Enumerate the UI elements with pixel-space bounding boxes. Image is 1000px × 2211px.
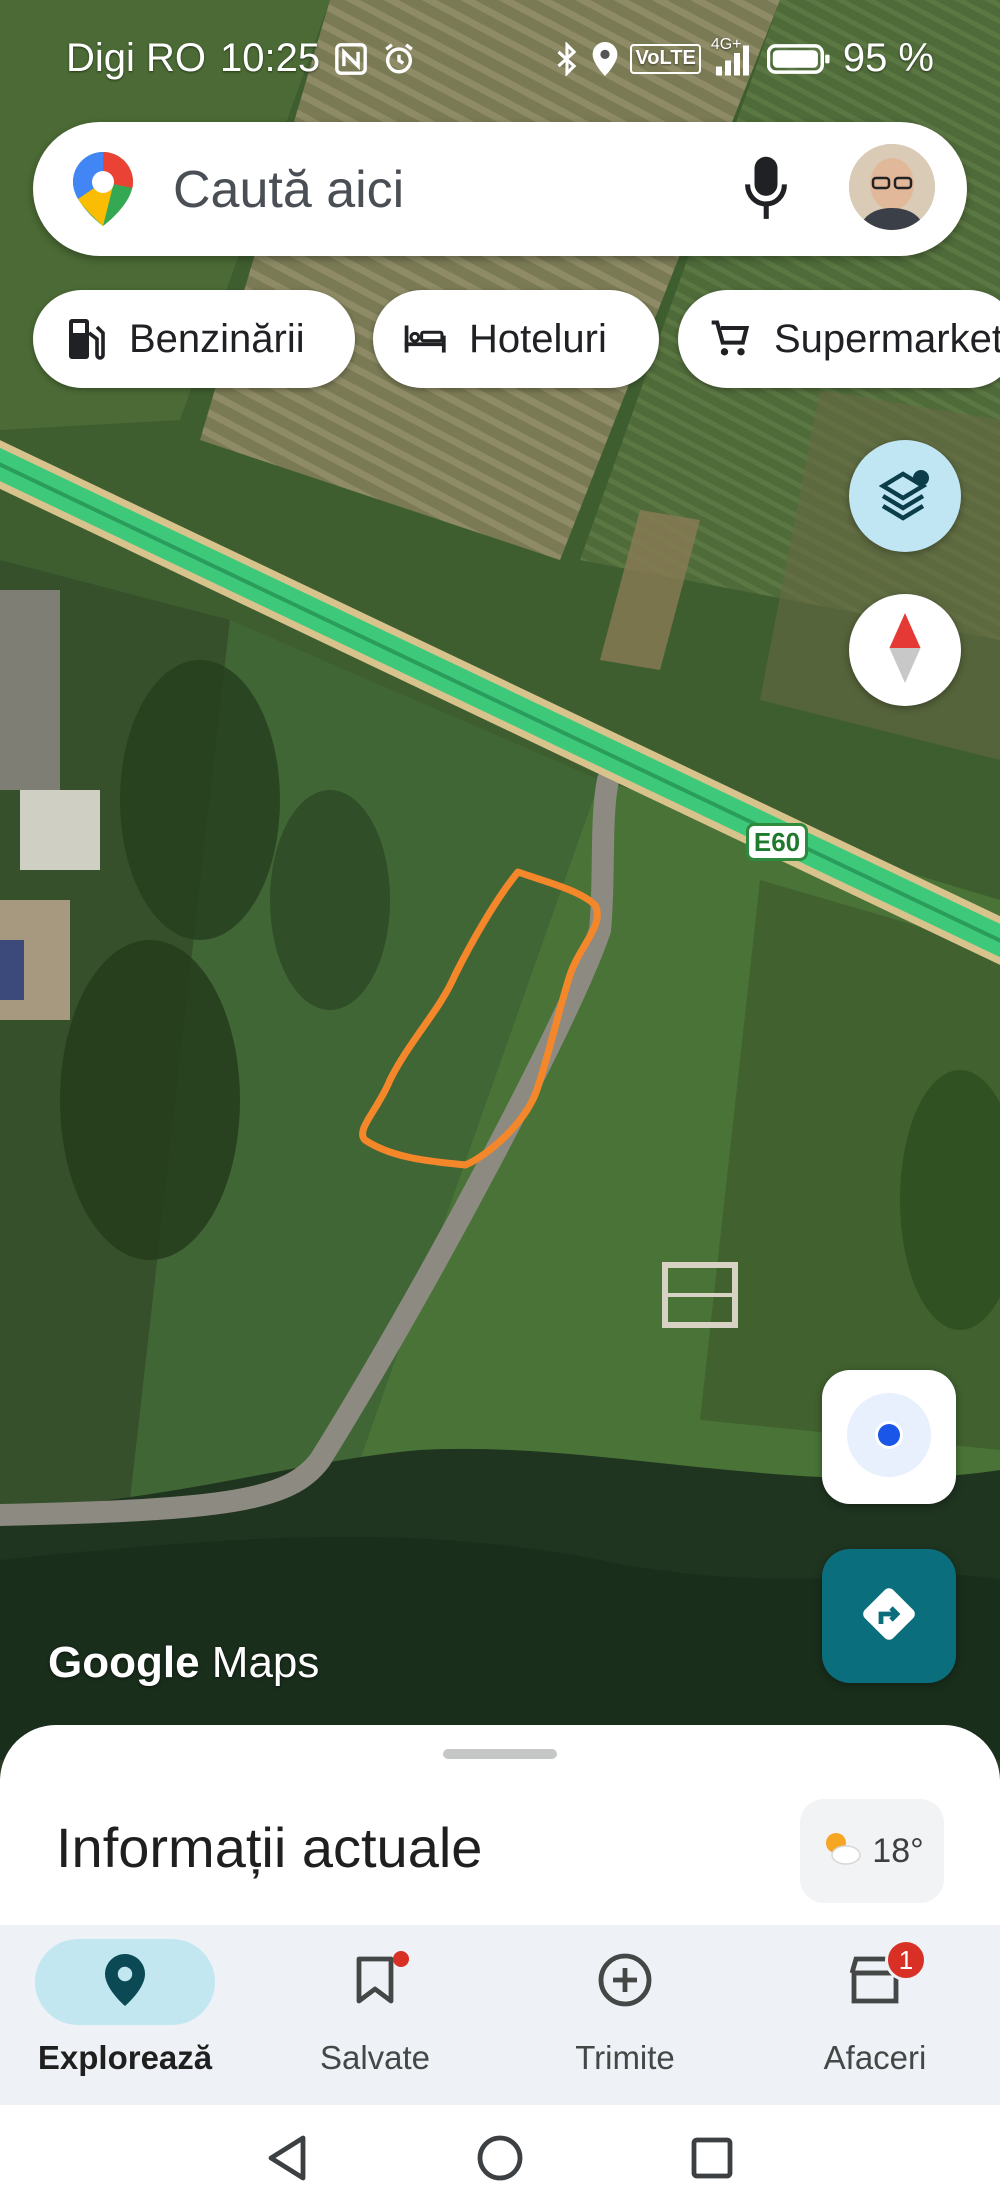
layers-button[interactable] [849, 440, 961, 552]
gas-station-icon [63, 317, 107, 361]
nav-explore[interactable]: Explorează [0, 1939, 250, 2089]
nav-label: Trimite [575, 2039, 675, 2076]
bed-icon [403, 317, 447, 361]
chip-label: Benzinării [129, 316, 305, 361]
system-navigation-bar [0, 2105, 1000, 2211]
home-icon[interactable] [475, 2133, 525, 2183]
nav-active-pill [35, 1939, 215, 2025]
battery-percent: 95 % [842, 36, 934, 80]
my-location-icon [844, 1390, 934, 1485]
saved-notification-dot [393, 1951, 409, 1967]
bookmark-icon [355, 1955, 395, 2010]
carrier-label: Digi RO [66, 36, 207, 80]
my-location-button[interactable] [822, 1370, 956, 1504]
microphone-icon[interactable] [743, 154, 789, 229]
nav-icon-wrap [285, 1939, 465, 2025]
status-bar: Digi RO 10:25 VoLTE 4G+ 95 % [0, 0, 1000, 115]
alarm-icon [382, 42, 416, 76]
bottom-navigation: Explorează Salvate Trimite 1 Afaceri [0, 1925, 1000, 2105]
nfc-icon [334, 42, 368, 76]
directions-button[interactable] [822, 1549, 956, 1683]
directions-icon [857, 1582, 921, 1651]
explore-pin-icon [105, 1953, 145, 2011]
nav-label: Afaceri [823, 2039, 927, 2076]
volte-badge: VoLTE [630, 43, 701, 74]
signal-icon: 4G+ [711, 36, 755, 76]
nav-label: Salvate [319, 2039, 431, 2076]
road-shield-e60: E60 [746, 823, 808, 861]
location-icon [592, 41, 618, 76]
compass-icon [885, 612, 925, 688]
cart-icon [708, 317, 752, 361]
nav-icon-wrap: 1 [785, 1939, 965, 2025]
nav-contribute[interactable]: Trimite [500, 1939, 750, 2089]
sheet-drag-handle[interactable] [443, 1749, 557, 1759]
nav-saved[interactable]: Salvate [250, 1939, 500, 2089]
clock: 10:25 [220, 36, 321, 80]
business-badge: 1 [885, 1939, 927, 1981]
avatar[interactable] [849, 144, 935, 230]
google-maps-logo: Google Maps [48, 1638, 320, 1687]
nav-label: Explorează [37, 2039, 213, 2076]
chip-label: Supermarket [774, 316, 1000, 361]
recents-icon[interactable] [687, 2133, 737, 2183]
google-maps-pin-icon [73, 152, 133, 231]
weather-chip[interactable]: 18° [800, 1799, 944, 1903]
nav-business[interactable]: 1 Afaceri [750, 1939, 1000, 2089]
category-chips: Benzinării Hoteluri Supermarket [33, 290, 1000, 390]
nav-icon-wrap [535, 1939, 715, 2025]
back-icon[interactable] [262, 2133, 312, 2183]
battery-icon [766, 42, 831, 76]
temperature: 18° [872, 1831, 924, 1870]
chip-hotels[interactable]: Hoteluri [373, 290, 659, 388]
partly-sunny-icon [820, 1829, 864, 1874]
search-bar[interactable]: Caută aici [33, 122, 967, 256]
search-input[interactable]: Caută aici [173, 160, 404, 220]
bluetooth-icon [554, 41, 580, 76]
chip-label: Hoteluri [469, 316, 607, 361]
bottom-sheet[interactable]: Informații actuale 18° [0, 1725, 1000, 1925]
layers-icon [877, 466, 933, 527]
add-circle-icon [597, 1952, 653, 2013]
chip-gas-stations[interactable]: Benzinării [33, 290, 355, 388]
sheet-title: Informații actuale [56, 1816, 483, 1879]
chip-supermarket[interactable]: Supermarket [678, 290, 1000, 388]
compass-button[interactable] [849, 594, 961, 706]
